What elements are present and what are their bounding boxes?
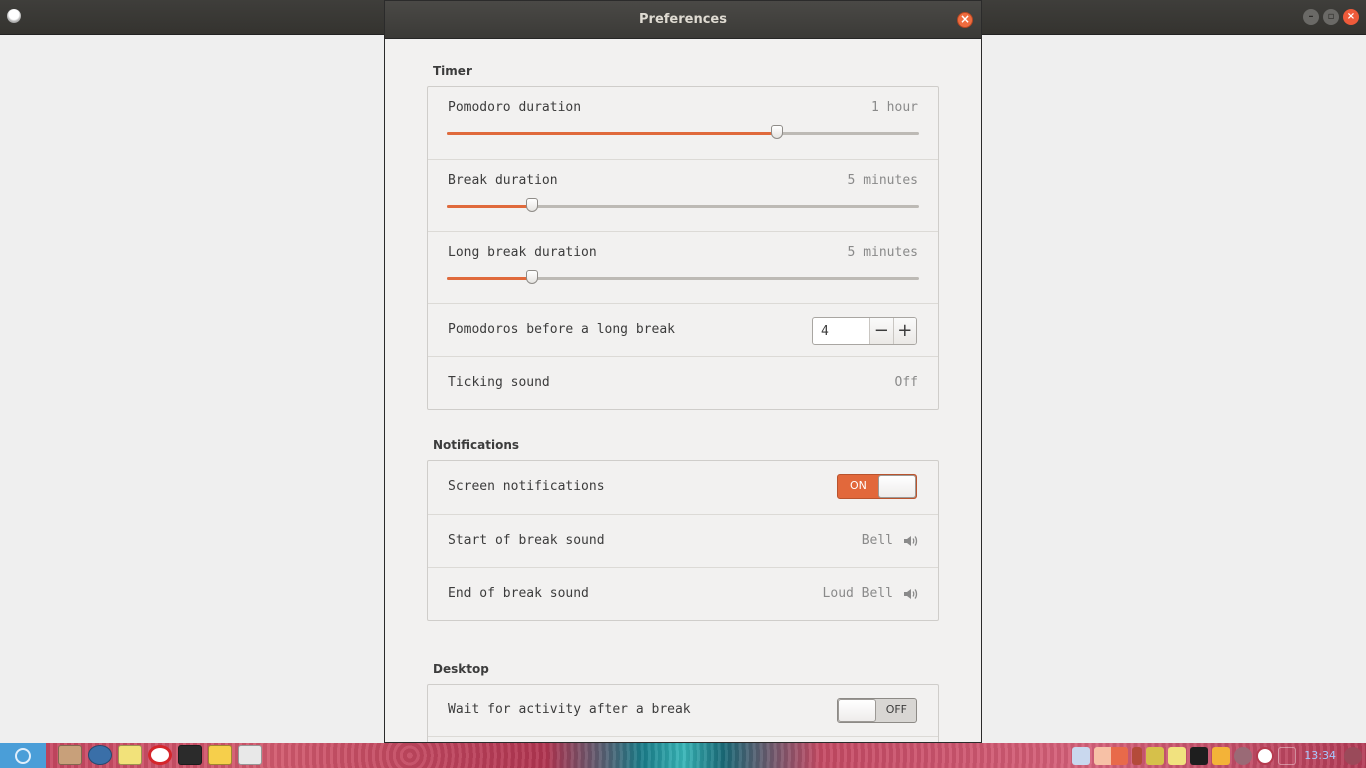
wait-for-activity-switch[interactable]: OFF <box>837 698 917 723</box>
decrement-button[interactable]: − <box>869 318 893 344</box>
pomodoro-duration-label: Pomodoro duration <box>448 100 582 115</box>
power-icon[interactable] <box>1344 746 1362 765</box>
lock-app-icon[interactable] <box>208 745 232 765</box>
increment-button[interactable]: + <box>892 318 916 344</box>
dialog-titlebar: Preferences × <box>385 1 981 39</box>
long-break-duration-row: Long break duration 5 minutes <box>428 231 938 303</box>
notes-icon[interactable] <box>118 745 142 765</box>
screen-notifications-label: Screen notifications <box>448 479 605 494</box>
pomodoros-before-long-break-row: Pomodoros before a long break − + <box>428 303 938 356</box>
system-tray: 13:34 <box>1072 743 1366 768</box>
close-icon[interactable]: × <box>1343 9 1359 25</box>
desktop-section-title: Desktop <box>433 662 489 676</box>
start-of-break-sound-value[interactable]: Bell <box>862 533 893 548</box>
ticking-sound-value[interactable]: Off <box>895 375 918 390</box>
slider-fill <box>447 132 778 135</box>
wait-for-activity-row: Wait for activity after a break OFF <box>428 685 938 736</box>
break-duration-row: Break duration 5 minutes <box>428 159 938 231</box>
break-duration-value: 5 minutes <box>847 173 918 188</box>
break-duration-label: Break duration <box>448 173 558 188</box>
break-duration-slider[interactable] <box>447 198 919 212</box>
start-menu-button[interactable] <box>0 743 46 768</box>
pomodoro-duration-slider[interactable] <box>447 125 919 139</box>
pomodoros-stepper: − + <box>812 317 917 345</box>
slider-handle[interactable] <box>525 198 538 212</box>
pomodoro-duration-row: Pomodoro duration 1 hour <box>428 87 938 159</box>
app-icon <box>7 9 21 23</box>
checkmark-icon[interactable] <box>1256 746 1275 765</box>
switch-state-text: OFF <box>885 703 907 716</box>
pomodoro-duration-value: 1 hour <box>871 100 918 115</box>
screen-notifications-switch[interactable]: ON <box>837 474 917 499</box>
desktop-next-row <box>428 736 938 742</box>
slider-fill <box>447 205 532 208</box>
dialog-close-button[interactable]: × <box>957 12 973 28</box>
slider-handle[interactable] <box>771 125 784 139</box>
switch-handle[interactable] <box>838 699 876 722</box>
workspace-icon[interactable] <box>1072 746 1091 765</box>
slider-fill <box>447 277 532 280</box>
switch-state-text: ON <box>850 479 867 492</box>
taskbar: 13:34 <box>0 743 1366 768</box>
ticking-sound-row[interactable]: Ticking sound Off <box>428 356 938 409</box>
long-break-duration-value: 5 minutes <box>847 245 918 260</box>
long-break-duration-slider[interactable] <box>447 270 919 284</box>
dialog-title: Preferences <box>639 12 727 27</box>
end-of-break-sound-value[interactable]: Loud Bell <box>823 586 893 601</box>
notifications-group: Screen notifications ON Start of break s… <box>427 460 939 621</box>
start-of-break-sound-row[interactable]: Start of break sound Bell <box>428 514 938 567</box>
speaker-icon[interactable] <box>902 533 918 549</box>
speaker-icon[interactable] <box>902 586 918 602</box>
send-icon[interactable] <box>238 745 262 765</box>
volume-icon[interactable] <box>1278 746 1297 765</box>
browser-icon[interactable] <box>88 745 112 765</box>
taskbar-launchers <box>0 743 265 768</box>
disc-icon[interactable] <box>1234 746 1253 765</box>
lock-icon[interactable] <box>1190 746 1209 765</box>
opera-icon[interactable] <box>148 745 172 765</box>
maximize-icon[interactable]: ▫ <box>1323 9 1339 25</box>
screen-notifications-row: Screen notifications ON <box>428 461 938 514</box>
end-of-break-sound-label: End of break sound <box>448 586 589 601</box>
timer-group: Pomodoro duration 1 hour Break duration … <box>427 86 939 410</box>
battery-icon[interactable] <box>1132 746 1143 765</box>
taskbar-clock[interactable]: 13:34 <box>1300 749 1340 762</box>
timer-section-title: Timer <box>433 64 472 78</box>
sticky-note-icon[interactable] <box>1168 746 1187 765</box>
window-switcher-icon[interactable] <box>1094 746 1129 765</box>
terminal-icon[interactable] <box>178 745 202 765</box>
preferences-content: Timer Pomodoro duration 1 hour Break dur… <box>427 39 939 742</box>
slider-handle[interactable] <box>525 270 538 284</box>
menu-icon <box>15 747 31 764</box>
start-of-break-sound-label: Start of break sound <box>448 533 605 548</box>
switch-handle[interactable] <box>878 475 916 498</box>
minimize-icon[interactable]: – <box>1303 9 1319 25</box>
pomodoros-before-long-break-label: Pomodoros before a long break <box>448 322 675 337</box>
ticking-sound-label: Ticking sound <box>448 375 550 390</box>
preferences-dialog: Preferences × Timer Pomodoro duration 1 … <box>384 0 982 743</box>
update-icon[interactable] <box>1212 746 1231 765</box>
desktop-group: Wait for activity after a break OFF <box>427 684 939 742</box>
network-icon[interactable] <box>1146 746 1165 765</box>
wait-for-activity-label: Wait for activity after a break <box>448 702 691 717</box>
long-break-duration-label: Long break duration <box>448 245 597 260</box>
pomodoros-count-input[interactable] <box>813 318 869 344</box>
background-window-controls: – ▫ × <box>1303 9 1359 25</box>
end-of-break-sound-row[interactable]: End of break sound Loud Bell <box>428 567 938 620</box>
notifications-section-title: Notifications <box>433 438 520 452</box>
file-manager-icon[interactable] <box>58 745 82 765</box>
